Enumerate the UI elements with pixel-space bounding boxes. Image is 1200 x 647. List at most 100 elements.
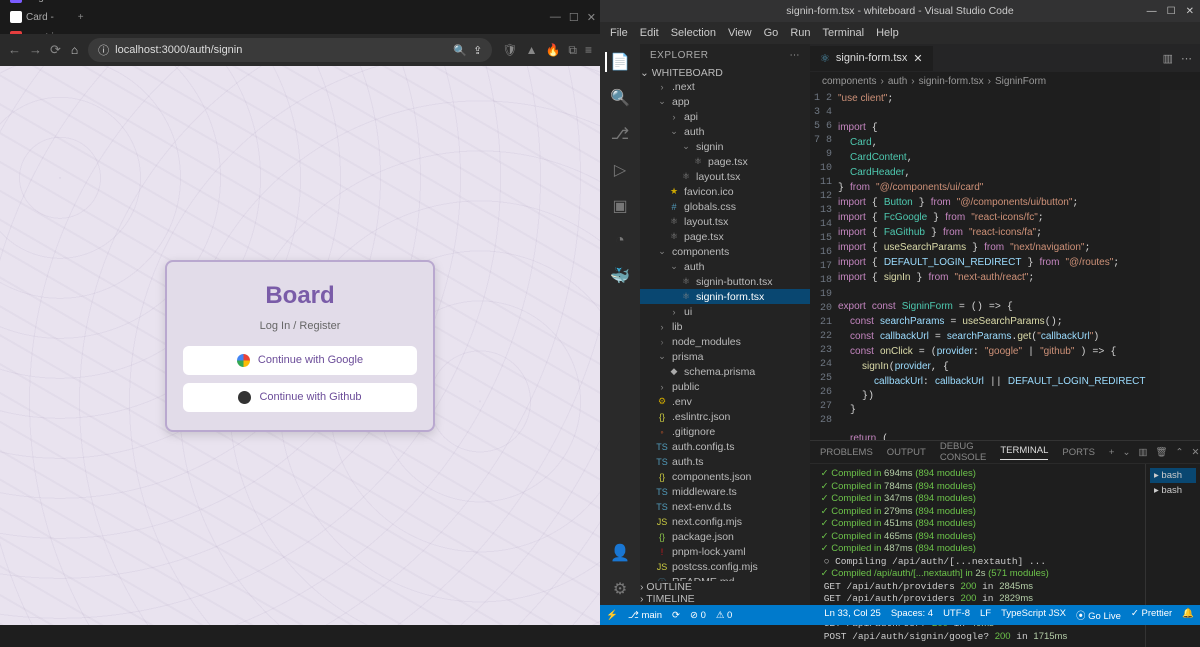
extensions-icon[interactable]: ▣ — [612, 196, 627, 216]
file-tree-item[interactable]: ⌄auth — [640, 259, 810, 274]
docker-icon[interactable]: 🐳 — [610, 266, 630, 286]
file-tree-item[interactable]: TSauth.ts — [640, 454, 810, 469]
file-tree-item[interactable]: ⚛signin-form.tsx — [640, 289, 810, 304]
nav-back-icon[interactable]: ← — [8, 42, 21, 58]
file-tree-item[interactable]: {}components.json — [640, 469, 810, 484]
shield-icon[interactable]: 🛡 — [502, 43, 517, 58]
nav-reload-icon[interactable]: ⟳ — [50, 42, 61, 58]
browser-tab[interactable]: Pages — [4, 0, 69, 7]
file-tree-item[interactable]: ›public — [640, 379, 810, 394]
editor-more-icon[interactable]: ⋯ — [1181, 52, 1192, 65]
file-tree-item[interactable]: ⚛layout.tsx — [640, 169, 810, 184]
explorer-more-icon[interactable]: ⋯ — [790, 50, 801, 61]
menu-terminal[interactable]: Terminal — [823, 27, 865, 39]
split-terminal-icon[interactable]: ▥ — [1138, 447, 1147, 458]
file-tree-item[interactable]: ⓘREADME.md — [640, 574, 810, 581]
continue-github-button[interactable]: Continue with Github — [183, 383, 417, 412]
window-maximize-icon[interactable]: ☐ — [569, 11, 579, 24]
file-tree-item[interactable]: TSnext-env.d.ts — [640, 499, 810, 514]
zoom-icon[interactable]: 🔍 — [453, 44, 467, 57]
kill-terminal-icon[interactable]: 🗑 — [1155, 447, 1167, 458]
new-terminal-icon[interactable]: + — [1109, 447, 1115, 458]
file-tree-item[interactable]: ⌄auth — [640, 124, 810, 139]
file-tree-item[interactable]: {}package.json — [640, 529, 810, 544]
prettier-status[interactable]: ✓ Prettier — [1131, 608, 1172, 622]
file-tree-item[interactable]: ⚛signin-button.tsx — [640, 274, 810, 289]
source-control-icon[interactable]: ⎇ — [611, 124, 629, 144]
site-info-icon[interactable]: ⓘ — [98, 42, 109, 58]
nav-home-icon[interactable]: ⌂ — [71, 43, 78, 57]
panel-tab-ports[interactable]: PORTS — [1062, 447, 1095, 458]
minimap[interactable] — [1160, 90, 1200, 440]
browser-tab[interactable]: Card - — [4, 7, 69, 27]
file-tree-item[interactable]: JSnext.config.mjs — [640, 514, 810, 529]
panel-tab-output[interactable]: OUTPUT — [887, 447, 926, 458]
continue-google-button[interactable]: Continue with Google — [183, 346, 417, 375]
file-tree-item[interactable]: ⌄prisma — [640, 349, 810, 364]
git-sync-icon[interactable]: ⟳ — [672, 610, 680, 621]
database-icon[interactable]: ◔ — [615, 232, 625, 250]
remote-indicator[interactable]: ⚡ — [606, 610, 618, 621]
file-tree-item[interactable]: ⌄signin — [640, 139, 810, 154]
run-debug-icon[interactable]: ▷ — [614, 160, 626, 180]
file-tree-item[interactable]: ›node_modules — [640, 334, 810, 349]
errors-indicator[interactable]: ⊘ 0 — [690, 610, 706, 621]
account-icon[interactable]: 👤 — [610, 543, 630, 563]
share-icon[interactable]: ⇪ — [473, 44, 482, 57]
file-tree-item[interactable]: !pnpm-lock.yaml — [640, 544, 810, 559]
dev-icon[interactable]: ⧉ — [568, 43, 577, 58]
file-tree-item[interactable]: TSmiddleware.ts — [640, 484, 810, 499]
file-tree-item[interactable]: {}.eslintrc.json — [640, 409, 810, 424]
terminal-instance[interactable]: ▸ bash — [1150, 483, 1196, 498]
notifications-icon[interactable]: 🔔 — [1182, 608, 1194, 622]
breadcrumb[interactable]: components › auth › signin-form.tsx › Si… — [810, 72, 1200, 90]
git-branch[interactable]: ⎇ main — [628, 610, 662, 621]
file-tree-item[interactable]: ◆schema.prisma — [640, 364, 810, 379]
menu-go[interactable]: Go — [764, 27, 779, 39]
maximize-panel-icon[interactable]: ⌃ — [1176, 447, 1184, 458]
file-tree-item[interactable]: ›ui — [640, 304, 810, 319]
menu-file[interactable]: File — [610, 27, 628, 39]
explorer-icon[interactable]: 📄 — [605, 52, 630, 72]
file-tree-item[interactable]: ⚙.env — [640, 394, 810, 409]
workspace-root[interactable]: ⌄ WHITEBOARD — [640, 67, 810, 79]
file-tree-item[interactable]: ⚛page.tsx — [640, 154, 810, 169]
file-tree-item[interactable]: TSauth.config.ts — [640, 439, 810, 454]
file-tree-item[interactable]: ›.next — [640, 79, 810, 94]
terminal-dropdown-icon[interactable]: ⌄ — [1122, 447, 1130, 458]
warnings-indicator[interactable]: ⚠ 0 — [716, 610, 732, 621]
menu-edit[interactable]: Edit — [640, 27, 659, 39]
eol[interactable]: LF — [980, 608, 991, 622]
menu-view[interactable]: View — [728, 27, 752, 39]
terminal-instance[interactable]: ▸ bash — [1150, 468, 1196, 483]
nav-forward-icon[interactable]: → — [29, 42, 42, 58]
new-tab-button[interactable]: + — [71, 12, 91, 23]
cursor-position[interactable]: Ln 33, Col 25 — [824, 608, 881, 622]
window-close-icon[interactable]: ✕ — [587, 11, 596, 24]
file-tree-item[interactable]: #globals.css — [640, 199, 810, 214]
indentation[interactable]: Spaces: 4 — [891, 608, 933, 622]
vs-minimize-icon[interactable]: — — [1147, 6, 1157, 17]
menu-icon[interactable]: ≡ — [585, 43, 592, 58]
address-bar[interactable]: ⓘ localhost:3000/auth/signin 🔍 ⇪ — [88, 38, 492, 62]
settings-icon[interactable]: ⚙ — [613, 579, 627, 599]
vs-maximize-icon[interactable]: ☐ — [1167, 6, 1176, 17]
file-tree-item[interactable]: ›api — [640, 109, 810, 124]
code-editor[interactable]: 1 2 3 4 5 6 7 8 9 10 11 12 13 14 15 16 1… — [810, 90, 1200, 440]
encoding[interactable]: UTF-8 — [943, 608, 970, 622]
go-live[interactable]: ⦿ Go Live — [1076, 608, 1121, 622]
file-tree-item[interactable]: ⚛page.tsx — [640, 229, 810, 244]
panel-tab-terminal[interactable]: TERMINAL — [1000, 445, 1048, 460]
language-mode[interactable]: TypeScript JSX — [1001, 608, 1066, 622]
file-tree-item[interactable]: ⌄app — [640, 94, 810, 109]
file-tree-item[interactable]: JSpostcss.config.mjs — [640, 559, 810, 574]
menu-run[interactable]: Run — [790, 27, 810, 39]
file-tree-item[interactable]: ⌄components — [640, 244, 810, 259]
flame-icon[interactable]: 🔥 — [545, 43, 560, 58]
window-minimize-icon[interactable]: — — [550, 11, 561, 24]
file-tree-item[interactable]: ⚛layout.tsx — [640, 214, 810, 229]
file-tree-item[interactable]: ›lib — [640, 319, 810, 334]
search-icon[interactable]: 🔍 — [610, 88, 630, 108]
panel-tab-debug-console[interactable]: DEBUG CONSOLE — [940, 441, 986, 463]
file-tree-item[interactable]: ◦.gitignore — [640, 424, 810, 439]
